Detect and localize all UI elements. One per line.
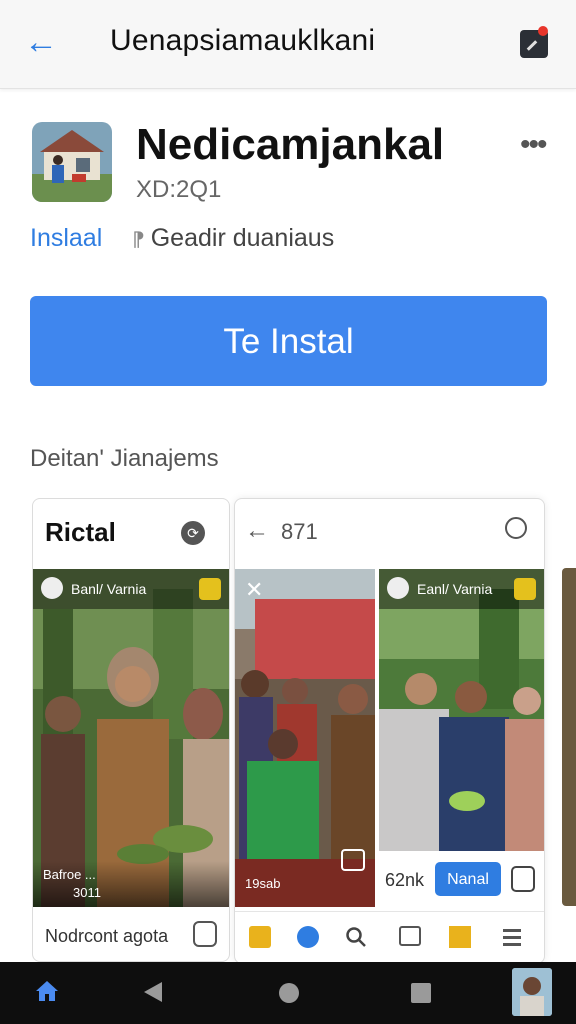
page-title: Uenapsiamauklkani	[110, 24, 376, 57]
share-icon[interactable]: ⟳	[181, 521, 205, 545]
badge-icon	[199, 578, 221, 600]
avatar	[387, 577, 409, 599]
camera-icon[interactable]	[511, 866, 535, 892]
card-footer-text: Nodrcont agota	[45, 926, 169, 946]
back-arrow-icon[interactable]: ←	[245, 517, 269, 545]
tab-store-icon[interactable]	[249, 926, 271, 948]
photo-footer: 19sab	[245, 876, 281, 891]
user-thumbnail[interactable]	[512, 968, 552, 1016]
install-button[interactable]: Te Instal	[30, 296, 547, 386]
tab-profile-icon[interactable]	[297, 926, 319, 948]
photo-count: 3011	[73, 885, 101, 900]
developer-row[interactable]: ⁋ Geadir duaniaus	[132, 224, 334, 253]
photo-header: Eanl/ Varnia	[379, 569, 544, 609]
pin-icon: ⁋	[132, 229, 145, 251]
count-label: 62nk	[385, 870, 425, 890]
card-tab-bar	[235, 911, 544, 962]
screenshot-card-right[interactable]: ← 871 ✕ 19sab Eanl/ Varnia 62nk Nanal	[234, 498, 545, 964]
back-arrow-icon[interactable]: ←	[24, 22, 64, 62]
tab-search-icon[interactable]	[345, 926, 367, 948]
close-icon[interactable]: ✕	[245, 577, 263, 603]
photo-caption: Bafroe ...	[43, 867, 96, 882]
badge-icon	[514, 578, 536, 600]
photo-footer: Bafroe ... 3011	[33, 861, 229, 907]
group-photo-2[interactable]: Eanl/ Varnia	[379, 569, 544, 851]
home-circle-icon[interactable]	[276, 980, 302, 1011]
card-number: 871	[281, 519, 318, 544]
home-icon[interactable]	[34, 978, 60, 1009]
card-title: Rictal	[45, 517, 116, 547]
photo-author: Eanl/ Varnia	[417, 581, 493, 597]
copy-icon[interactable]	[193, 921, 217, 947]
tab-bookmark-icon[interactable]	[449, 926, 471, 948]
app-icon	[32, 122, 112, 202]
app-name: Nedicamjankal	[136, 120, 445, 169]
install-link[interactable]: Inslaal	[30, 224, 102, 253]
house-photo[interactable]: ✕ 19sab	[235, 569, 375, 907]
user-icon[interactable]	[505, 517, 527, 539]
recent-apps-icon[interactable]	[410, 982, 432, 1009]
next-card-edge[interactable]	[562, 568, 576, 906]
developer-name: Geadir duaniaus	[150, 224, 335, 252]
nanal-button[interactable]: Nanal	[435, 862, 501, 896]
more-options-icon[interactable]: •••	[520, 128, 547, 162]
notification-dot-icon	[538, 26, 548, 36]
screenshot-card-left[interactable]: Rictal ⟳ Banl/ Varnia Bafroe ... 3011 No…	[32, 498, 230, 962]
photo-header: Banl/ Varnia	[33, 569, 229, 609]
section-title: Deitan' Jianajems	[30, 445, 219, 472]
app-version: XD:2Q1	[136, 176, 222, 203]
back-triangle-icon[interactable]	[142, 980, 164, 1009]
photo-author: Banl/ Varnia	[71, 581, 147, 597]
avatar	[41, 577, 63, 599]
system-nav-bar	[0, 962, 576, 1024]
tab-menu-icon[interactable]	[501, 926, 523, 948]
expand-icon[interactable]	[341, 849, 365, 871]
group-photo[interactable]: Banl/ Varnia Bafroe ... 3011	[33, 569, 229, 907]
tab-message-icon[interactable]	[399, 926, 421, 946]
